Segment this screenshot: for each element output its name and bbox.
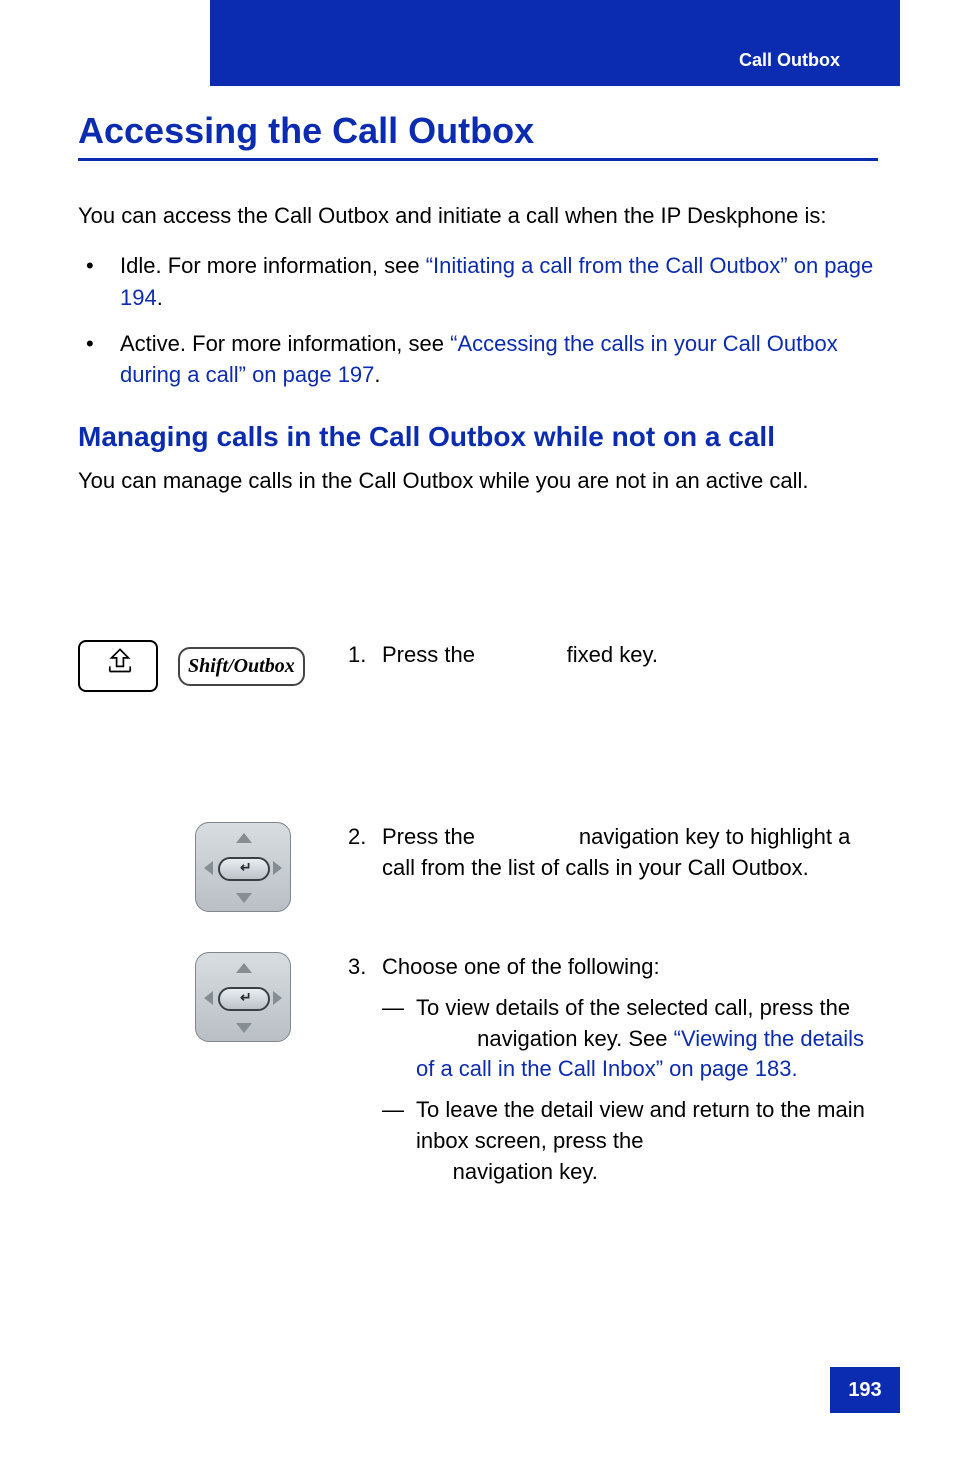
nav-enter-glyph-icon: ↵ <box>240 989 252 1006</box>
bullet-item: Active. For more information, see “Acces… <box>78 328 878 392</box>
nav-right-icon <box>273 991 282 1005</box>
step-row-2: ↵ 2. Press the navigation key to highlig… <box>78 822 898 912</box>
bullet-text-pre: Active. For more information, see <box>120 331 450 356</box>
step-row-3: ↵ 3. Choose one of the following: — To v… <box>78 952 898 1206</box>
nav-down-icon <box>236 1023 252 1033</box>
step-number: 3. <box>348 952 382 1198</box>
dash-icon: — <box>382 1095 416 1187</box>
sub-text-a: To view details of the selected call, pr… <box>416 995 850 1020</box>
nav-left-icon <box>204 861 213 875</box>
shift-outbox-key-icon: Shift/Outbox <box>178 647 305 686</box>
sub-text: To view details of the selected call, pr… <box>416 993 888 1085</box>
step-text: Choose one of the following: — To view d… <box>382 952 888 1198</box>
sub-text-b: navigation key. <box>447 1159 598 1184</box>
dash-icon: — <box>382 993 416 1085</box>
sub-paragraph: You can manage calls in the Call Outbox … <box>78 466 878 497</box>
step-3-icons: ↵ <box>78 952 348 1042</box>
document-page: Call Outbox Accessing the Call Outbox Yo… <box>0 0 954 1475</box>
step-3-text: 3. Choose one of the following: — To vie… <box>348 952 888 1206</box>
content-area: Accessing the Call Outbox You can access… <box>78 110 878 515</box>
nav-up-icon <box>236 963 252 973</box>
step-2-icons: ↵ <box>78 822 348 912</box>
heading-main: Accessing the Call Outbox <box>78 110 878 161</box>
header-section-label: Call Outbox <box>739 50 840 71</box>
step-text: Press the navigation key to highlight a … <box>382 822 888 884</box>
bullet-text-post: . <box>374 362 380 387</box>
heading-sub: Managing calls in the Call Outbox while … <box>78 419 878 454</box>
steps-area: Shift/Outbox 1. Press the fixed key. <box>78 640 898 1276</box>
nav-up-icon <box>236 833 252 843</box>
navigation-key-icon: ↵ <box>195 822 291 912</box>
navigation-key-icon: ↵ <box>195 952 291 1042</box>
step-number: 1. <box>348 640 382 671</box>
outbox-arrow-icon <box>100 646 140 680</box>
sub-text-b: navigation key. See <box>471 1026 674 1051</box>
intro-paragraph: You can access the Call Outbox and initi… <box>78 201 878 232</box>
step-2-text: 2. Press the navigation key to highlight… <box>348 822 888 892</box>
nav-right-icon <box>273 861 282 875</box>
bullet-text-pre: Idle. For more information, see <box>120 253 426 278</box>
step-1-text: 1. Press the fixed key. <box>348 640 888 679</box>
nav-down-icon <box>236 893 252 903</box>
page-number: 193 <box>848 1379 881 1402</box>
sub-text: To leave the detail view and return to t… <box>416 1095 888 1187</box>
step-text-a: Press the <box>382 824 481 849</box>
bullet-list: Idle. For more information, see “Initiat… <box>78 250 878 392</box>
step-1-icons: Shift/Outbox <box>78 640 348 692</box>
page-number-box: 193 <box>830 1367 900 1413</box>
step-text: Press the fixed key. <box>382 640 888 671</box>
bullet-item: Idle. For more information, see “Initiat… <box>78 250 878 314</box>
step-lead: Choose one of the following: <box>382 954 660 979</box>
step-text-a: Press the <box>382 642 481 667</box>
outbox-fixed-key-icon <box>78 640 158 692</box>
header-banner: Call Outbox <box>210 0 900 86</box>
nav-enter-glyph-icon: ↵ <box>240 859 252 876</box>
sub-item: — To leave the detail view and return to… <box>382 1095 888 1187</box>
step-number: 2. <box>348 822 382 884</box>
bullet-text-post: . <box>157 285 163 310</box>
spacer <box>78 762 898 822</box>
shift-outbox-key-label: Shift/Outbox <box>188 655 295 677</box>
step-text-b: fixed key. <box>561 642 658 667</box>
sub-item: — To view details of the selected call, … <box>382 993 888 1085</box>
step-row-1: Shift/Outbox 1. Press the fixed key. <box>78 640 898 692</box>
nav-left-icon <box>204 991 213 1005</box>
sub-list: — To view details of the selected call, … <box>382 993 888 1188</box>
sub-text-a: To leave the detail view and return to t… <box>416 1097 865 1153</box>
